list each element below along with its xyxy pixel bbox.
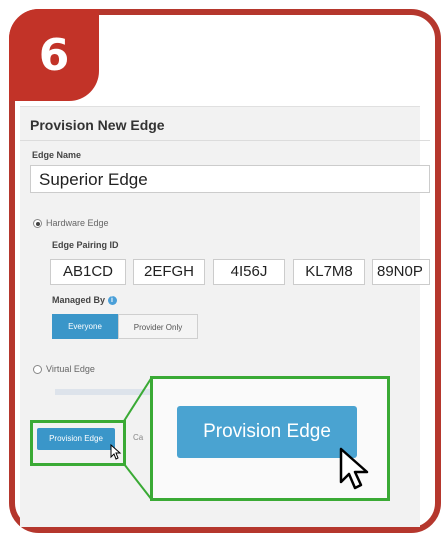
provision-edge-button-zoomed[interactable]: Provision Edge <box>177 406 357 458</box>
step-number: 6 <box>38 29 70 81</box>
cursor-icon <box>339 447 369 490</box>
step-badge: 6 <box>9 9 99 101</box>
small-cursor-icon <box>110 444 122 460</box>
